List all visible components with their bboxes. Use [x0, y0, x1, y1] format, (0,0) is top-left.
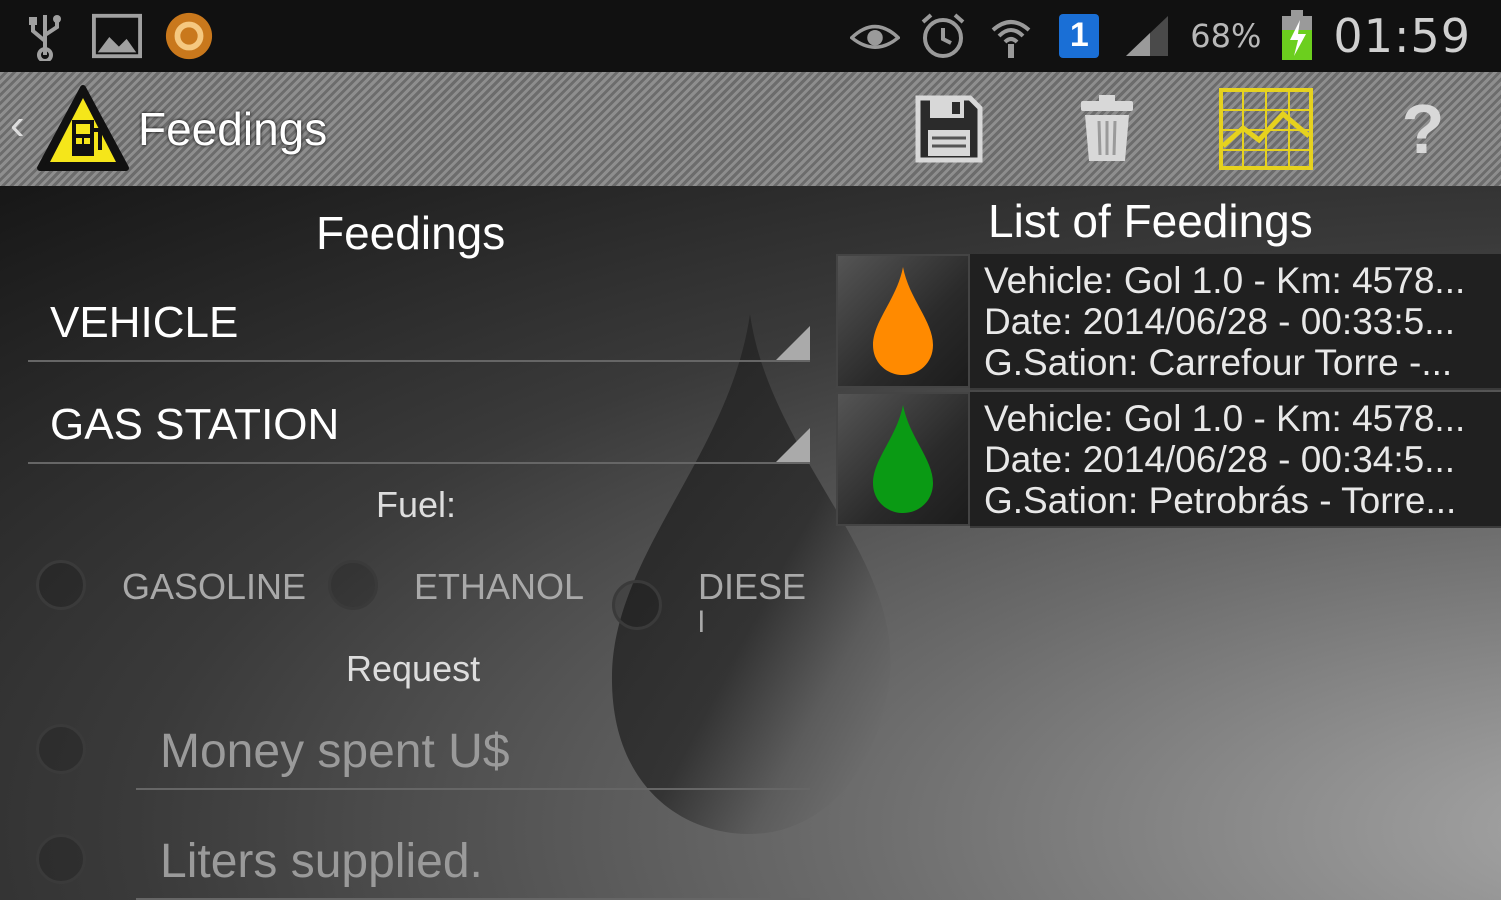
battery-charging-icon: [1279, 10, 1315, 61]
liters-supplied-input[interactable]: Liters supplied.: [136, 830, 810, 900]
diesel-label[interactable]: DIESE: [698, 566, 806, 608]
vehicle-spinner[interactable]: VEHICLE: [28, 276, 810, 362]
gasoline-label[interactable]: GASOLINE: [122, 566, 306, 608]
app-notification-icon: [164, 11, 214, 61]
liters-supplied-placeholder: Liters supplied.: [160, 835, 483, 888]
list-item-date: Date: 2014/06/28 - 00:33:5...: [984, 301, 1456, 342]
back-chevron-icon[interactable]: ‹: [10, 100, 25, 150]
ethanol-label[interactable]: ETHANOL: [414, 566, 584, 608]
form-title: Feedings: [316, 207, 506, 259]
list-item-date: Date: 2014/06/28 - 00:34:5...: [984, 439, 1456, 480]
diesel-label-wrap: l: [698, 606, 705, 639]
list-item[interactable]: Vehicle: Gol 1.0 - Km: 4578... Date: 201…: [836, 392, 1501, 528]
list-item-vehicle: Vehicle: Gol 1.0 - Km: 4578...: [984, 260, 1466, 301]
spinner-arrow-icon: [776, 326, 810, 360]
eye-icon: [850, 11, 901, 61]
request-label: Request: [346, 648, 481, 689]
money-spent-placeholder: Money spent U$: [160, 725, 510, 778]
wifi-icon: [986, 11, 1036, 61]
battery-percent: 68%: [1190, 17, 1262, 55]
fuel-drop-icon: [873, 405, 933, 513]
liters-radio[interactable]: [36, 834, 86, 884]
signal-icon: [1122, 11, 1172, 61]
list-item-station: G.Sation: Petrobrás - Torre...: [984, 480, 1457, 521]
picture-icon: [92, 11, 142, 61]
chart-button[interactable]: [1218, 88, 1314, 170]
chart-icon: [1219, 88, 1313, 170]
gas-station-spinner[interactable]: GAS STATION: [28, 378, 810, 464]
fuel-drop-icon: [873, 267, 933, 375]
save-button[interactable]: [908, 88, 990, 170]
ethanol-radio[interactable]: [328, 560, 378, 610]
list-item-vehicle: Vehicle: Gol 1.0 - Km: 4578...: [984, 398, 1466, 439]
help-button[interactable]: ?: [1382, 88, 1464, 170]
spinner-arrow-icon: [776, 428, 810, 462]
help-icon: ?: [1401, 90, 1445, 168]
notification-one-icon: 1: [1054, 11, 1104, 61]
money-radio[interactable]: [36, 724, 86, 774]
fuel-drop-thumbnail: [836, 254, 970, 388]
clock: 01:59: [1333, 9, 1471, 63]
list-item[interactable]: Vehicle: Gol 1.0 - Km: 4578... Date: 201…: [836, 254, 1501, 390]
notification-count: 1: [1069, 15, 1089, 54]
vehicle-label: VEHICLE: [50, 298, 239, 347]
list-item-station: G.Sation: Carrefour Torre -...: [984, 342, 1453, 383]
status-bar: 1 68% 01:59: [0, 0, 1501, 72]
fuel-drop-thumbnail: [836, 392, 970, 526]
feedings-list: Vehicle: Gol 1.0 - Km: 4578... Date: 201…: [836, 254, 1501, 530]
app-logo-icon[interactable]: [36, 84, 130, 174]
diesel-radio[interactable]: [612, 580, 662, 630]
money-spent-input[interactable]: Money spent U$: [136, 720, 810, 790]
list-title: List of Feedings: [988, 195, 1313, 247]
action-bar-title: Feedings: [138, 103, 328, 155]
main-content: Feedings VEHICLE GAS STATION Fuel: GASOL…: [0, 186, 1501, 900]
save-icon: [915, 95, 983, 163]
usb-icon: [20, 11, 70, 61]
alarm-icon: [918, 11, 968, 61]
delete-button[interactable]: [1066, 88, 1148, 170]
gas-station-label: GAS STATION: [50, 400, 340, 449]
gasoline-radio[interactable]: [36, 560, 86, 610]
trash-icon: [1081, 95, 1133, 161]
action-bar: ‹ Feedings ?: [0, 72, 1501, 186]
fuel-label: Fuel:: [376, 484, 457, 525]
